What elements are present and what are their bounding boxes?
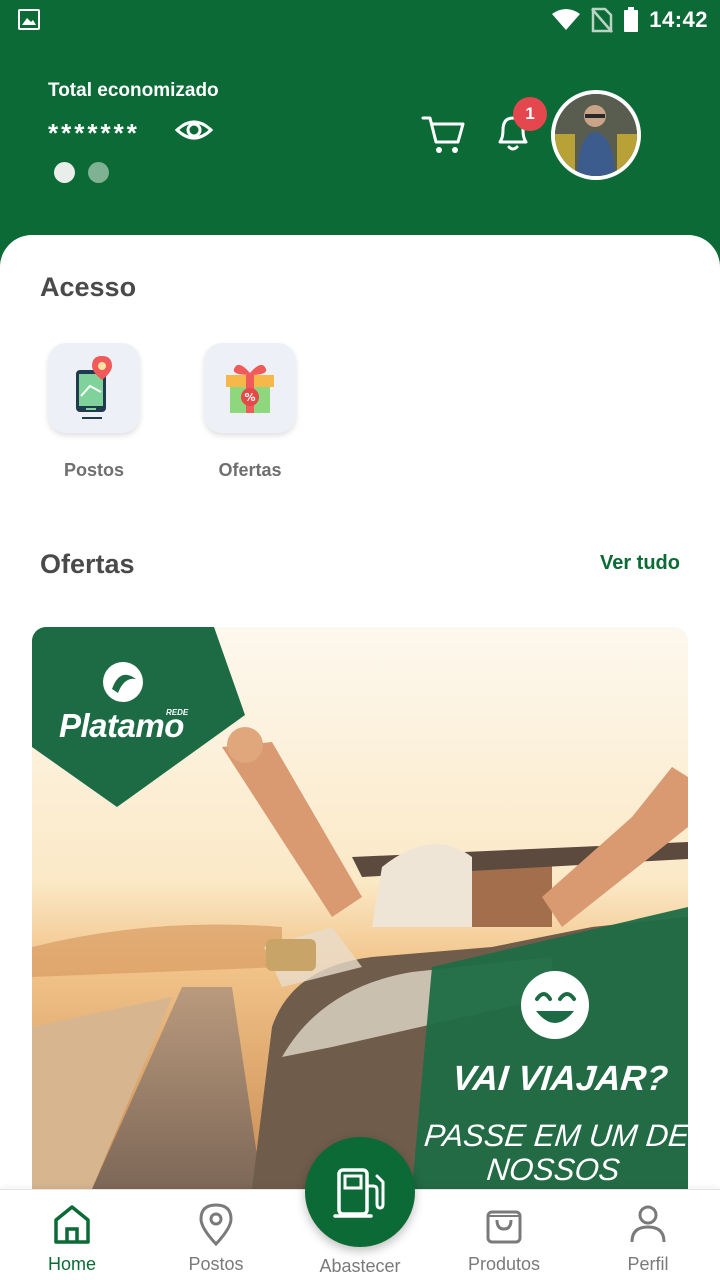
- nav-item-home[interactable]: Home: [12, 1190, 132, 1280]
- acesso-title: Acesso: [40, 272, 137, 302]
- eye-icon[interactable]: [174, 112, 214, 148]
- ofertas-tile[interactable]: %: [204, 343, 296, 433]
- offer-banner[interactable]: Platamo REDE VAI VIAJAR? PASSE EM UM DE …: [32, 627, 688, 1189]
- nav-label-abastecer: Abastecer: [319, 1256, 401, 1276]
- person-icon: [630, 1205, 666, 1243]
- nav-label-home: Home: [47, 1254, 96, 1274]
- map-phone-icon: [76, 356, 112, 419]
- status-icons: 14:42: [551, 6, 708, 34]
- location-pin-icon: [199, 1203, 233, 1246]
- nav-item-perfil[interactable]: Perfil: [588, 1190, 708, 1280]
- banner-headline: VAI VIAJAR?: [450, 1059, 670, 1098]
- carousel-dot[interactable]: [88, 162, 109, 183]
- postos-tile[interactable]: [48, 343, 140, 433]
- nav-label-postos: Postos: [188, 1254, 244, 1274]
- gift-discount-icon: %: [226, 364, 274, 413]
- wifi-icon: [552, 9, 581, 30]
- banner-brand-tag: REDE: [166, 708, 189, 717]
- shopping-bag-icon: [486, 1210, 522, 1244]
- home-icon: [54, 1205, 90, 1244]
- fuel-pump-icon: [333, 1168, 385, 1218]
- nav-item-produtos[interactable]: Produtos: [444, 1190, 564, 1280]
- total-saved-value: *******: [48, 118, 140, 148]
- total-saved-label: Total economizado: [48, 80, 219, 101]
- image-icon: [18, 9, 40, 30]
- nav-label-perfil: Perfil: [627, 1254, 669, 1274]
- cart-icon[interactable]: [420, 112, 466, 156]
- battery-icon: [624, 7, 639, 32]
- ofertas-tile-label: Ofertas: [218, 460, 282, 480]
- ofertas-title: Ofertas: [40, 549, 135, 579]
- svg-text:%: %: [244, 391, 255, 404]
- carousel-dot-active[interactable]: [54, 162, 75, 183]
- nav-item-postos[interactable]: Postos: [156, 1190, 276, 1280]
- status-bar: 14:42: [0, 0, 720, 40]
- abastecer-button[interactable]: [305, 1137, 415, 1247]
- nav-label-produtos: Produtos: [467, 1254, 541, 1274]
- no-sim-icon: [591, 7, 614, 33]
- avatar[interactable]: [551, 90, 641, 180]
- notification-badge[interactable]: 1: [513, 97, 547, 131]
- see-all-link[interactable]: Ver tudo: [600, 552, 680, 575]
- banner-subline: PASSE EM UM DE NOSSOS: [422, 1118, 688, 1187]
- status-time: 14:42: [649, 7, 708, 32]
- postos-tile-label: Postos: [63, 460, 124, 480]
